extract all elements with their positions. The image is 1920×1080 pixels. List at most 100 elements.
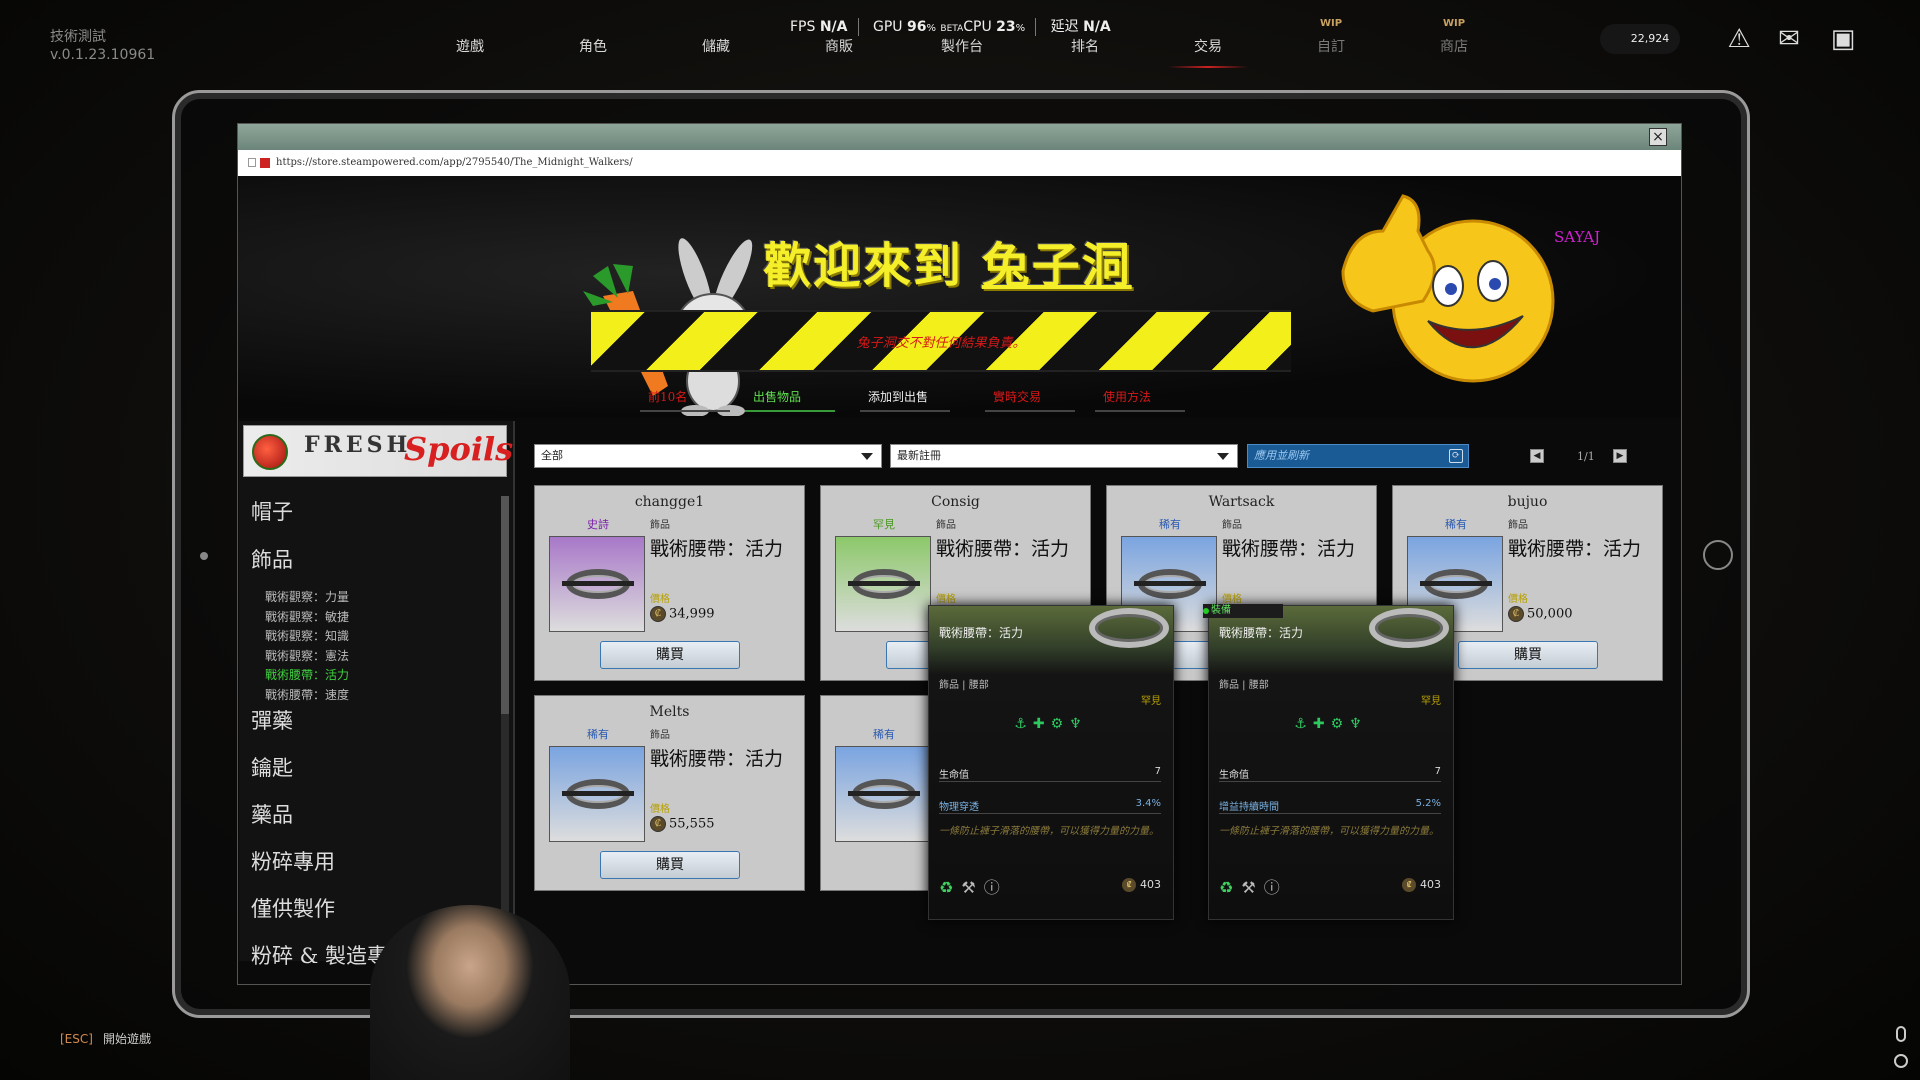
item-thumbnail[interactable] [549,536,645,632]
banner-title-link[interactable]: 兔子洞 [982,238,1132,294]
settings-icon[interactable] [1894,1054,1908,1068]
coin-icon: ₡ [650,606,666,622]
banner-navigation: 前10名 出售物品 添加到出售 實時交易 使用方法 [613,388,1213,412]
sidebar-category-6[interactable]: 僅供製作 [251,893,335,923]
mail-icon[interactable]: ✉ [1772,22,1806,56]
buy-button[interactable]: 購買 [1458,641,1598,669]
rarity-label: 稀有 [1445,518,1467,531]
sidebar-scrollbar[interactable] [501,496,509,956]
rarity-label: 罕見 [873,518,895,531]
sidebar-subitem-4[interactable]: 戰術腰帶：活力 [265,666,349,683]
belt-strap [848,581,920,586]
belt-icon [1089,608,1169,648]
tooltip-description: 一條防止褲子滑落的腰帶，可以獲得力量的力量。 [939,826,1159,837]
price-label: 價格 [650,594,670,605]
sort-dropdown[interactable]: 最新註冊 [890,444,1238,468]
nav-tab-7[interactable]: 自訂 [1281,36,1381,56]
nav-tab-1[interactable]: 角色 [543,36,643,56]
stat-row: 生命值 7 [939,764,1161,782]
category-dropdown[interactable]: 全部 [534,444,882,468]
banner-title-text: 歡迎來到 [763,238,982,294]
tooltip-rarity: 罕見 [1141,696,1161,707]
item-price: ₡ 34,999 [650,606,715,622]
nav-tab-4[interactable]: 製作台 [912,36,1012,56]
banner-tagline: SAYAJ [1554,228,1601,246]
title-bar: × [238,124,1681,150]
sidebar-subitem-2[interactable]: 戰術觀察：知識 [265,627,349,644]
apply-refresh-field[interactable]: 應用並刷新 ⟳ [1247,444,1469,468]
sidebar-category-1[interactable]: 飾品 [251,544,293,574]
item-tooltip: 戰術腰帶：活力 飾品 | 腰部 罕見 ⚓✚⚙♆ 生命值 7 物理穿透 3.4% 一條防止褲子滑落… [928,605,1174,920]
info-icon: ⓘ [1263,878,1280,897]
tooltip-actions: ♻ ⚒ ⓘ [1219,874,1288,898]
item-thumbnail[interactable] [835,746,931,842]
next-page-button[interactable]: ▶ [1613,449,1627,463]
microphone-icon [1896,1026,1906,1042]
close-button[interactable]: × [1649,128,1667,146]
nav-tab-2[interactable]: 儲藏 [666,36,766,56]
sidebar-category-3[interactable]: 鑰匙 [251,752,293,782]
item-name: 戰術腰帶：活力 [1222,538,1356,560]
nav-tab-3[interactable]: 商販 [789,36,889,56]
tooltip-value: ₡ 403 [1122,878,1161,892]
banner-tab-0[interactable]: 前10名 [648,388,687,405]
sidebar-category-0[interactable]: 帽子 [251,496,293,526]
nav-tab-5[interactable]: 排名 [1035,36,1135,56]
logo-fresh: FRESH [304,432,412,458]
item-thumbnail[interactable] [835,536,931,632]
chevron-down-icon [1217,453,1229,460]
repair-icon: ⚒ [961,878,976,897]
sidebar-subitem-3[interactable]: 戰術觀察：憲法 [265,647,349,664]
tab-underline [985,410,1075,412]
esc-hint[interactable]: [ESC] 開始遊戲 [60,1030,151,1047]
warning-icon[interactable]: ⚠ [1722,22,1756,56]
item-price: ₡ 50,000 [1508,606,1573,622]
nav-tab-0[interactable]: 遊戲 [420,36,520,56]
sidebar-category-4[interactable]: 藥品 [251,799,293,829]
stat-row: 增益持續時間 5.2% [1219,796,1441,814]
tab-underline [860,410,950,412]
hazard-stripe: 兔子洞交不對任何結果負責。 [591,310,1291,372]
banner-tab-1[interactable]: 出售物品 [753,388,801,405]
class-symbols-icon: ⚓✚⚙♆ [1014,716,1088,732]
repair-icon: ⚒ [1241,878,1256,897]
listing-card[interactable]: changge1 史詩 飾品 戰術腰帶：活力 價格 ₡ 34,999 購買 [534,485,805,681]
banner-tab-2[interactable]: 添加到出售 [868,388,928,405]
sidebar-category-2[interactable]: 彈藥 [251,705,293,735]
buy-button[interactable]: 購買 [600,641,740,669]
party-icon[interactable]: ▣ [1826,22,1860,56]
nav-tab-6[interactable]: 交易 [1158,36,1258,68]
url-bar[interactable]: https://store.steampowered.com/app/27955… [238,150,1681,176]
item-tooltip: 戰術腰帶：活力 飾品 | 腰部 罕見 ⚓✚⚙♆ 生命值 7 增益持續時間 5.2% 一條防止褲子… [1208,605,1454,920]
chevron-down-icon [861,453,873,460]
rarity-label: 稀有 [1159,518,1181,531]
rarity-label: 史詩 [587,518,609,531]
seller-name: Melts [649,704,690,720]
scrollbar-thumb[interactable] [501,496,509,714]
price-value: 50,000 [1527,606,1573,622]
refresh-icon[interactable]: ⟳ [1449,449,1463,463]
seller-name: Consig [931,494,980,510]
buy-button[interactable]: 購買 [600,851,740,879]
coin-icon: ₡ [1508,606,1524,622]
belt-strap [1134,581,1206,586]
thumbs-up-smiley-icon [1341,194,1555,383]
sidebar-category-5[interactable]: 粉碎專用 [251,846,335,876]
banner-tab-4[interactable]: 使用方法 [1103,388,1151,405]
info-icon: ⓘ [983,878,1000,897]
tooltip-category: 飾品 | 腰部 [939,680,989,691]
item-thumbnail[interactable] [549,746,645,842]
sidebar-subitem-0[interactable]: 戰術觀察：力量 [265,588,349,605]
seller-name: changge1 [634,494,705,510]
listing-card[interactable]: Melts 稀有 飾品 戰術腰帶：活力 價格 ₡ 55,555 購買 [534,695,805,891]
version-label: 技術測試 v.0.1.23.10961 [50,28,155,64]
prev-page-button[interactable]: ◀ [1530,449,1544,463]
nav-tab-8[interactable]: 商店 [1404,36,1504,56]
stat-row: 生命值 7 [1219,764,1441,782]
tablet-home-button[interactable] [1703,540,1733,570]
sidebar-subitem-5[interactable]: 戰術腰帶：速度 [265,686,349,703]
stat-value: 7 [1434,766,1441,777]
sidebar-category-7[interactable]: 粉碎 & 製造專 [251,940,388,970]
sidebar-subitem-1[interactable]: 戰術觀察：敏捷 [265,608,349,625]
banner-tab-3[interactable]: 實時交易 [993,388,1041,405]
